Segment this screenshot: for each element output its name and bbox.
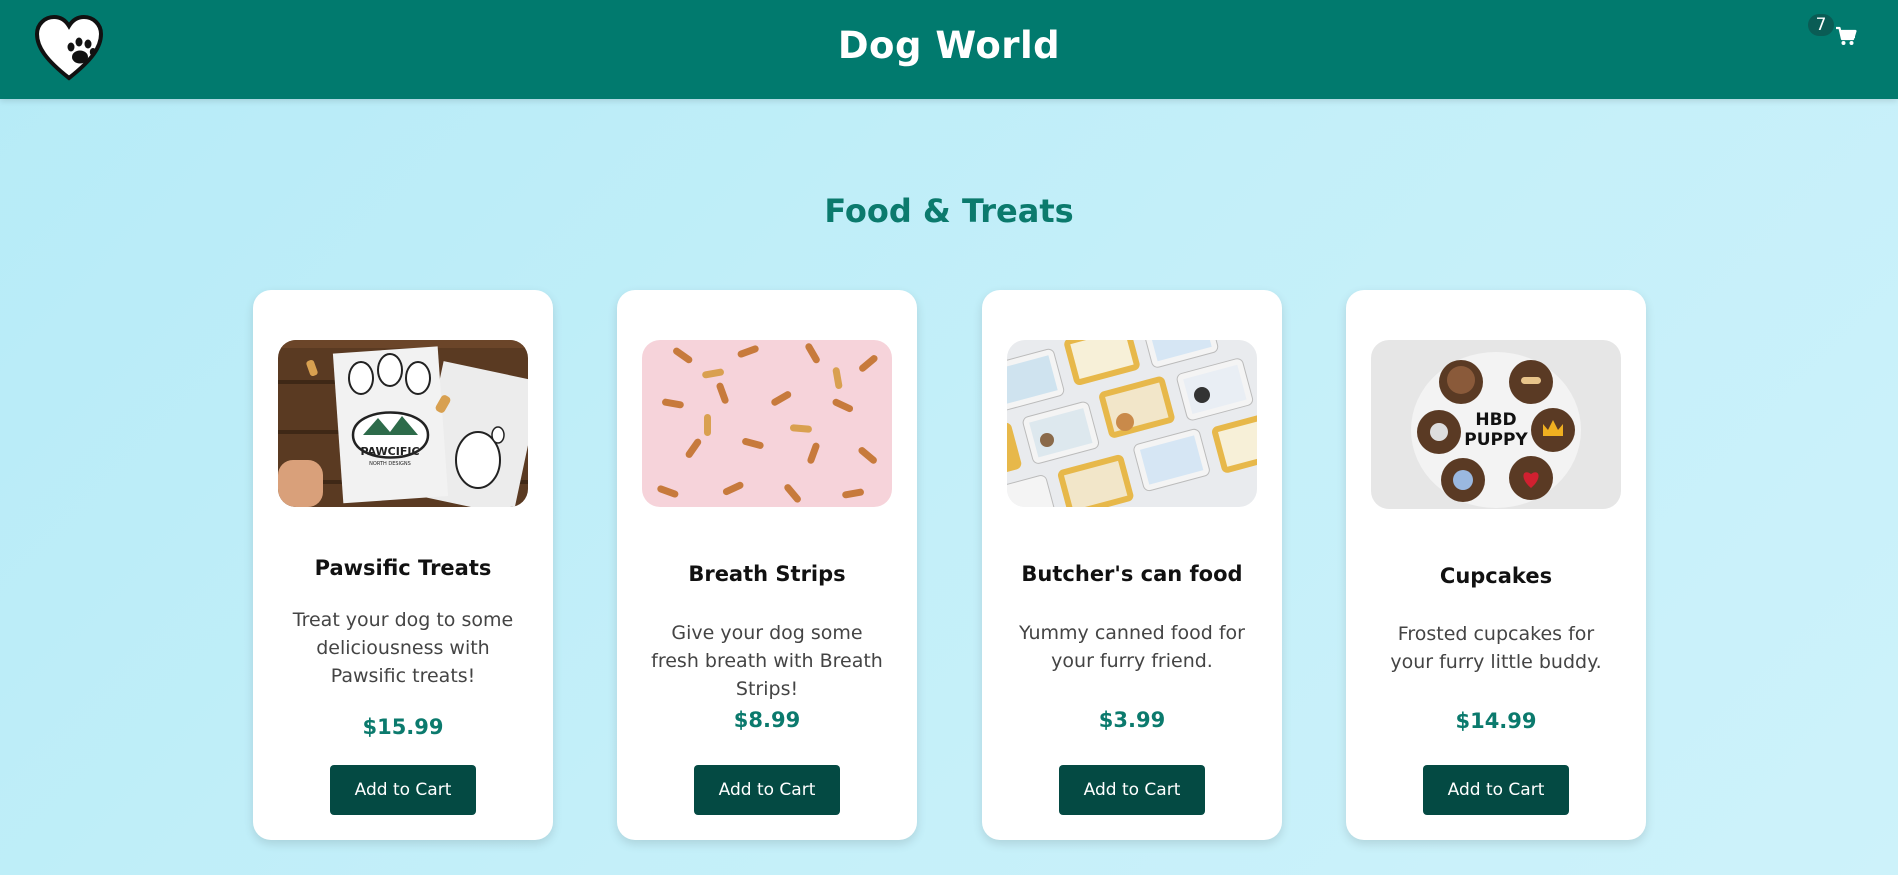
- cart-count-badge: 7: [1808, 14, 1834, 36]
- cupcake-board-text-line1: HBD: [1475, 410, 1516, 430]
- product-price: $8.99: [733, 708, 801, 732]
- product-card: HBD PUPPY Cupcakes Frosted cupcakes for …: [1346, 290, 1646, 840]
- site-header: Dog World 7: [0, 0, 1898, 99]
- site-title: Dog World: [837, 24, 1061, 67]
- product-price: $15.99: [362, 715, 444, 739]
- add-to-cart-button[interactable]: Add to Cart: [330, 765, 476, 815]
- section-title: Food & Treats: [824, 192, 1074, 230]
- product-image-cupcakes: HBD PUPPY: [1371, 340, 1621, 509]
- product-price: $3.99: [1098, 708, 1166, 732]
- product-image-pawsific-treats: PAWCIFIC NORTH DESIGNS: [278, 340, 528, 507]
- product-card: Butcher's can food Yummy canned food for…: [982, 290, 1282, 840]
- cart-icon[interactable]: [1835, 26, 1857, 46]
- cart-button[interactable]: 7: [1808, 14, 1868, 54]
- add-to-cart-button[interactable]: Add to Cart: [1059, 765, 1205, 815]
- product-name: Pawsific Treats: [314, 556, 492, 580]
- product-description: Give your dog some fresh breath with Bre…: [651, 622, 883, 700]
- product-name: Cupcakes: [1439, 564, 1553, 588]
- product-name: Breath Strips: [688, 562, 846, 586]
- package-subtitle-text: NORTH DESIGNS: [369, 461, 411, 467]
- product-card: Breath Strips Give your dog some fresh b…: [617, 290, 917, 840]
- product-description: Treat your dog to some deliciousness wit…: [292, 609, 514, 687]
- product-price: $14.99: [1455, 709, 1537, 733]
- package-brand-text: PAWCIFIC: [360, 445, 419, 458]
- product-description: Frosted cupcakes for your furry little b…: [1390, 623, 1602, 673]
- product-card: PAWCIFIC NORTH DESIGNS Pawsific Treats T…: [253, 290, 553, 840]
- product-image-butchers-can-food: [1007, 340, 1257, 507]
- add-to-cart-button[interactable]: Add to Cart: [1423, 765, 1569, 815]
- cupcake-board-text-line2: PUPPY: [1464, 430, 1528, 450]
- add-to-cart-button[interactable]: Add to Cart: [694, 765, 840, 815]
- product-image-breath-strips: [642, 340, 892, 507]
- product-name: Butcher's can food: [1021, 562, 1243, 586]
- product-description: Yummy canned food for your furry friend.: [1019, 622, 1245, 672]
